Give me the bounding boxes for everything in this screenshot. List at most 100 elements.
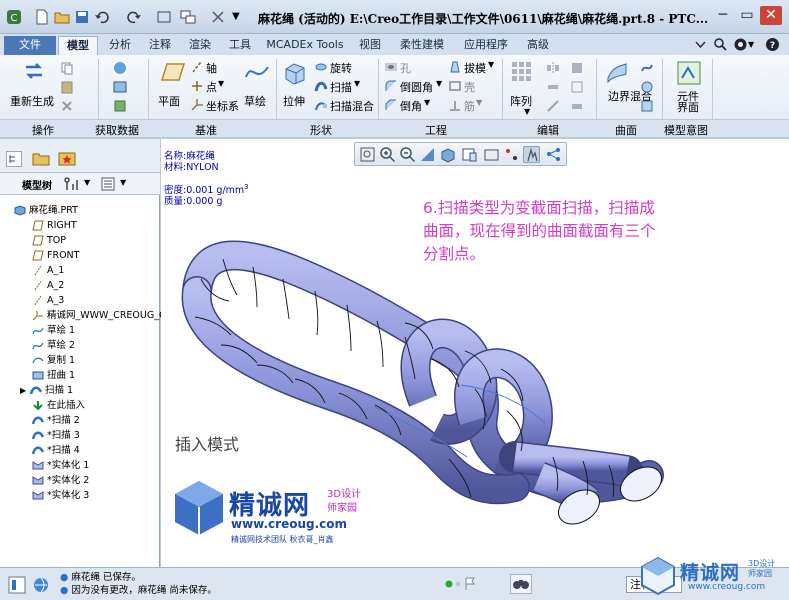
- group-datum[interactable]: 基准: [195, 122, 217, 138]
- tree-item-part[interactable]: 麻花绳.PRT: [14, 203, 78, 218]
- delete-icon[interactable]: [60, 99, 74, 113]
- close-button[interactable]: ✕: [760, 6, 782, 25]
- minimize-ribbon-icon[interactable]: [693, 37, 708, 52]
- draft-icon[interactable]: [448, 60, 462, 74]
- show-icon[interactable]: [100, 176, 116, 192]
- tree-item-solidify3[interactable]: *实体化 3: [32, 488, 89, 503]
- extrude-icon[interactable]: [282, 60, 308, 86]
- hole-icon[interactable]: [384, 60, 398, 74]
- copy-geometry-icon[interactable]: [112, 79, 128, 95]
- pattern-icon[interactable]: [510, 60, 532, 82]
- close-window-icon[interactable]: [210, 9, 226, 25]
- tree-item-sweep3[interactable]: *扫描 3: [31, 428, 80, 443]
- sketch-icon[interactable]: [244, 61, 270, 83]
- sweep-icon[interactable]: [314, 79, 328, 93]
- folder-browser-tab-icon[interactable]: [32, 151, 50, 167]
- tree-item-copy1[interactable]: 复制 1: [32, 353, 75, 368]
- find-icon[interactable]: [510, 574, 532, 594]
- tree-item-front[interactable]: FRONT: [32, 248, 79, 263]
- merge-icon[interactable]: [570, 61, 584, 75]
- tree-item-csys[interactable]: 精诚网_WWW_CREOUG_COM: [32, 308, 181, 323]
- tree-item-solidify1[interactable]: *实体化 1: [32, 458, 89, 473]
- regenerate-icon[interactable]: [22, 59, 46, 83]
- freestyle-icon[interactable]: [640, 61, 654, 75]
- tab-file[interactable]: 文件: [4, 36, 56, 55]
- tree-item-sketch2[interactable]: 草绘 2: [32, 338, 75, 353]
- datum-plane-icon[interactable]: [160, 61, 186, 83]
- swept-blend-icon[interactable]: [314, 98, 328, 112]
- tree-item-top[interactable]: TOP: [32, 233, 66, 248]
- revolve-button[interactable]: 旋转: [330, 60, 352, 76]
- tree-item-right[interactable]: RIGHT: [32, 218, 77, 233]
- minimize-button[interactable]: ─: [712, 6, 734, 25]
- pattern-dropdown-icon[interactable]: ▼: [524, 107, 530, 116]
- tab-applications[interactable]: 应用程序: [456, 36, 516, 55]
- rib-icon[interactable]: [448, 98, 462, 112]
- thicken-icon[interactable]: [570, 99, 584, 113]
- extrude-button[interactable]: 拉伸: [283, 93, 305, 109]
- group-operations[interactable]: 操作: [32, 122, 54, 138]
- graphics-window[interactable]: 名称:麻花绳 材料:NYLON 密度:0.001 g/mm3 质量:0.000 …: [161, 139, 789, 567]
- show-browser-icon[interactable]: [32, 576, 50, 594]
- maximize-button[interactable]: ▭: [736, 6, 758, 25]
- rib-button[interactable]: 筋: [464, 98, 475, 114]
- group-shapes[interactable]: 形状: [310, 122, 332, 138]
- tab-mcadex-tools[interactable]: MCADEx Tools: [262, 36, 348, 55]
- hole-button[interactable]: 孔: [400, 60, 411, 76]
- rib-dropdown-icon[interactable]: ▼: [476, 98, 482, 107]
- datum-point-icon[interactable]: [190, 79, 204, 93]
- tab-model[interactable]: 模型: [58, 36, 98, 55]
- tree-item-sweep1[interactable]: ▶ 扫描 1: [20, 383, 73, 398]
- axis-button[interactable]: 轴: [206, 60, 217, 76]
- user-defined-feature-icon[interactable]: [112, 60, 128, 76]
- draft-button[interactable]: 拔模: [464, 60, 486, 76]
- tree-item-insert-here[interactable]: 在此插入: [32, 398, 85, 413]
- tree-item-sweep4[interactable]: *扫描 4: [31, 443, 80, 458]
- tab-view[interactable]: 视图: [352, 36, 388, 55]
- regenerate-button[interactable]: 重新生成: [10, 93, 54, 109]
- plane-button[interactable]: 平面: [158, 93, 180, 109]
- tab-annotate[interactable]: 注释: [142, 36, 178, 55]
- csys-icon[interactable]: [190, 98, 204, 112]
- boundary-blend-icon[interactable]: [605, 60, 629, 84]
- sweep-button[interactable]: 扫描: [330, 79, 352, 95]
- swept-blend-button[interactable]: 扫描混合: [330, 98, 374, 114]
- component-interface-icon[interactable]: [676, 60, 702, 86]
- settings-dropdown-icon[interactable]: ▼: [748, 37, 763, 52]
- windows-icon[interactable]: [180, 9, 196, 25]
- point-dropdown-icon[interactable]: ▼: [218, 79, 224, 88]
- shell-icon[interactable]: [448, 79, 462, 93]
- group-surfaces[interactable]: 曲面: [615, 122, 637, 138]
- group-engineering[interactable]: 工程: [425, 122, 447, 138]
- style-icon[interactable]: [640, 80, 654, 94]
- favorites-tab-icon[interactable]: [58, 151, 76, 167]
- revolve-icon[interactable]: [314, 60, 328, 74]
- redo-icon[interactable]: [126, 9, 142, 25]
- regeneration-status-icon[interactable]: [444, 577, 476, 591]
- tree-item-a1[interactable]: A_1: [32, 263, 64, 278]
- round-icon[interactable]: [384, 79, 398, 93]
- round-dropdown-icon[interactable]: ▼: [436, 79, 442, 88]
- tree-item-sweep2[interactable]: *扫描 2: [31, 413, 80, 428]
- show-navigator-icon[interactable]: [8, 576, 26, 594]
- shell-button[interactable]: 壳: [464, 79, 475, 95]
- component-interface-button[interactable]: 元件界面: [676, 91, 700, 113]
- save-icon[interactable]: [74, 9, 90, 25]
- datum-axis-icon[interactable]: [190, 60, 204, 74]
- customize-dropdown-icon[interactable]: ▼: [232, 9, 248, 25]
- group-editing[interactable]: 编辑: [537, 122, 559, 138]
- tab-flexible-modeling[interactable]: 柔性建模: [392, 36, 452, 55]
- draft-dropdown-icon[interactable]: ▼: [488, 60, 494, 69]
- fill-icon[interactable]: [640, 99, 654, 113]
- extend-icon[interactable]: [546, 80, 560, 94]
- copy-icon[interactable]: [60, 61, 74, 75]
- chamfer-icon[interactable]: [384, 98, 398, 112]
- chamfer-button[interactable]: 倒角: [400, 98, 422, 114]
- tree-item-a2[interactable]: A_2: [32, 278, 64, 293]
- sweep-dropdown-icon[interactable]: ▼: [354, 79, 360, 88]
- tree-item-a3[interactable]: A_3: [32, 293, 64, 308]
- paste-icon[interactable]: [60, 80, 74, 94]
- mirror-icon[interactable]: [546, 61, 560, 75]
- tree-item-warp1[interactable]: 扭曲 1: [32, 368, 75, 383]
- shrinkwrap-icon[interactable]: [112, 98, 128, 114]
